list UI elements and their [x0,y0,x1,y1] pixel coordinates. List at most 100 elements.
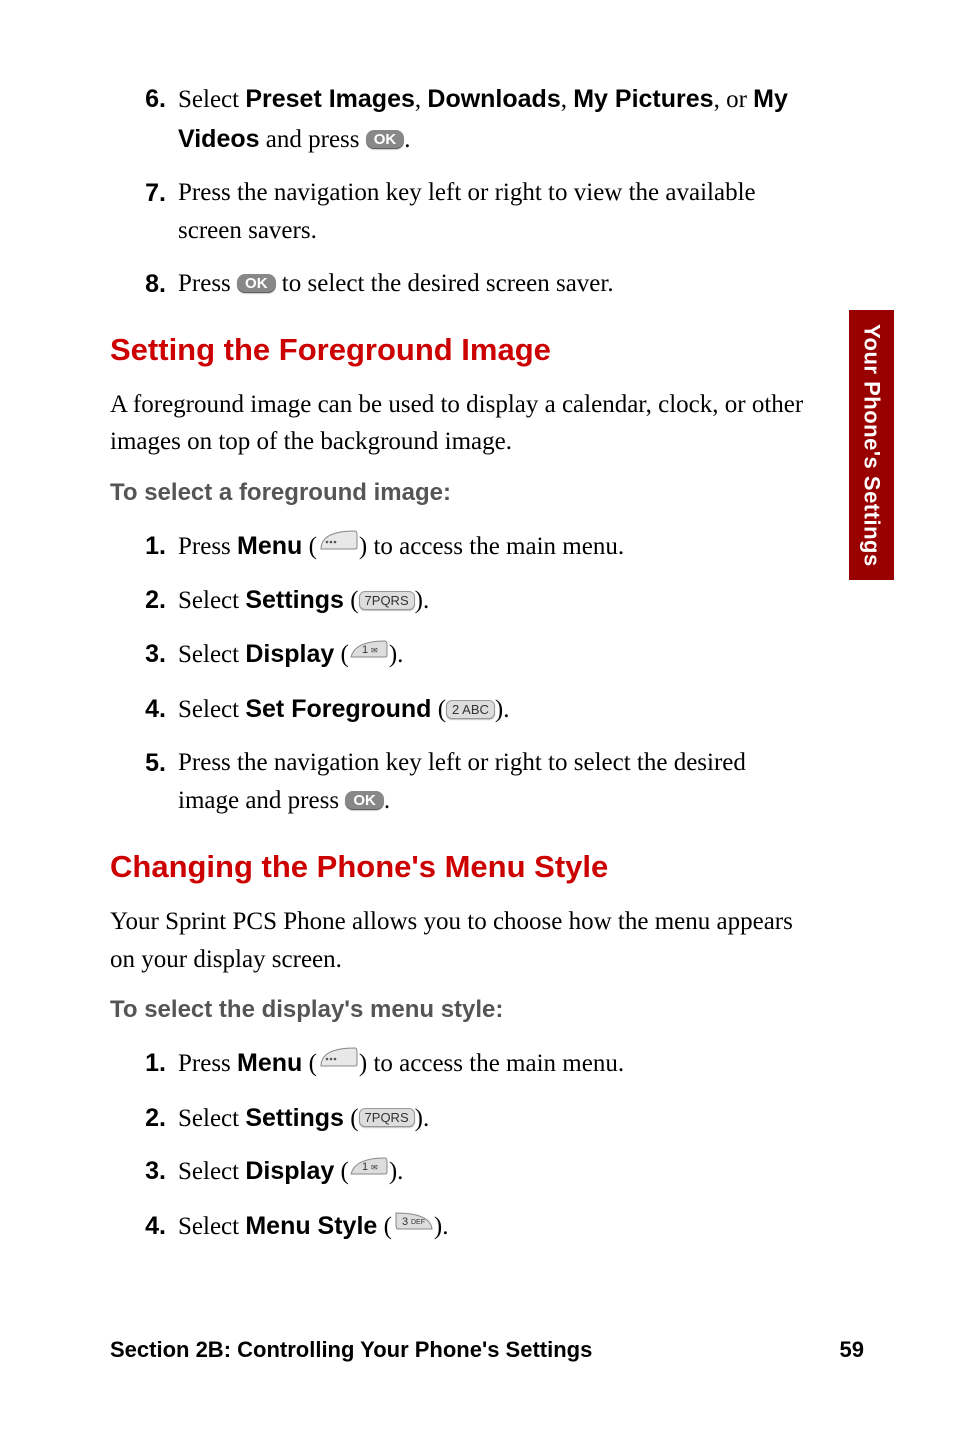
fg-step-3: 3. Select Display (1✉). [138,635,810,676]
step-number: 1. [138,1044,178,1085]
step-6: 6. Select Preset Images, Downloads, My P… [138,80,810,160]
text: ). [389,641,404,668]
text: ). [415,587,430,614]
text: ). [434,1213,449,1240]
ok-key-icon: OK [345,791,384,810]
step-number: 6. [138,80,178,160]
ms-step-4: 4. Select Menu Style (3DEF). [138,1207,810,1248]
text: ). [389,1158,404,1185]
text: Select [178,587,245,614]
step-7: 7. Press the navigation key left or righ… [138,174,810,252]
subheading: To select the display's menu style: [110,996,810,1024]
text: . [404,126,410,153]
num-key-1-icon: 1✉ [349,635,389,674]
step-number: 3. [138,1152,178,1193]
page-number: 59 [840,1337,864,1363]
step-number: 1. [138,527,178,568]
text: ( [302,1050,317,1077]
bold: Preset Images [245,85,415,113]
bold: Display [245,640,334,668]
step-body: Select Settings (7PQRS). [178,1099,810,1139]
page: Your Phone's Settings 6. Select Preset I… [0,0,954,1431]
bold: Menu [237,532,302,560]
step-number: 2. [138,581,178,621]
fg-steps: 1. Press Menu () to access the main menu… [110,527,810,821]
text: Select [178,1213,245,1240]
ms-step-1: 1. Press Menu ( ) to access the main menu… [138,1044,810,1085]
svg-text:1: 1 [362,644,368,656]
text: Press [178,1050,237,1077]
text: Press [178,270,237,297]
text: ( [377,1213,392,1240]
content: 6. Select Preset Images, Downloads, My P… [110,80,810,1248]
bold: Display [245,1157,334,1185]
heading-foreground: Setting the Foreground Image [110,332,810,368]
step-number: 4. [138,690,178,730]
svg-text:DEF: DEF [411,1219,425,1226]
paragraph: Your Sprint PCS Phone allows you to choo… [110,903,810,978]
text: ( [344,587,359,614]
subheading: To select a foreground image: [110,479,810,507]
text: to select the desired screen saver. [276,270,614,297]
step-body: Press Menu ( ) to access the main menu. [178,1044,810,1085]
text: and press [260,126,366,153]
side-tab-label: Your Phone's Settings [859,324,885,567]
step-number: 5. [138,744,178,822]
text: Select [178,1158,245,1185]
step-body: Select Menu Style (3DEF). [178,1207,810,1248]
fg-step-4: 4. Select Set Foreground (2 ABC). [138,690,810,730]
svg-text:✉: ✉ [371,646,378,655]
bold: My Pictures [573,85,713,113]
paragraph: A foreground image can be used to displa… [110,386,810,461]
text: Select [178,696,245,723]
step-body: Select Settings (7PQRS). [178,581,810,621]
text: Select [178,1105,245,1132]
step-number: 2. [138,1099,178,1139]
text: ( [334,641,349,668]
bold: Menu [237,1049,302,1077]
svg-text:3: 3 [402,1216,408,1228]
text: Press [178,533,237,560]
footer-section: Section 2B: Controlling Your Phone's Set… [110,1337,592,1363]
text: , or [714,86,754,113]
bold: Downloads [427,85,560,113]
num-key-1-icon: 1✉ [349,1152,389,1191]
fg-step-5: 5. Press the navigation key left or righ… [138,744,810,822]
menu-key-icon [317,527,359,566]
svg-text:✉: ✉ [371,1163,378,1172]
ms-step-2: 2. Select Settings (7PQRS). [138,1099,810,1139]
step-body: Select Set Foreground (2 ABC). [178,690,810,730]
text: Select [178,86,245,113]
text: , [415,86,428,113]
text: Select [178,641,245,668]
text: ) to access the main menu. [359,1050,624,1077]
top-steps: 6. Select Preset Images, Downloads, My P… [110,80,810,304]
text: Press the navigation key left or right t… [178,749,746,815]
step-number: 3. [138,635,178,676]
text: ). [415,1105,430,1132]
step-body: Select Display (1✉). [178,635,810,676]
step-number: 8. [138,265,178,304]
text: ( [344,1105,359,1132]
heading-menu-style: Changing the Phone's Menu Style [110,849,810,885]
text: . [384,787,390,814]
bold: Set Foreground [245,695,431,723]
text: ( [334,1158,349,1185]
num-key-7-icon: 7PQRS [359,1108,415,1127]
bold: Settings [245,586,344,614]
ok-key-icon: OK [237,274,276,293]
step-body: Press Menu () to access the main menu. [178,527,810,568]
svg-text:1: 1 [362,1161,368,1173]
text: ( [302,533,317,560]
fg-step-1: 1. Press Menu () to access the main menu… [138,527,810,568]
footer: Section 2B: Controlling Your Phone's Set… [110,1337,864,1363]
fg-step-2: 2. Select Settings (7PQRS). [138,581,810,621]
ok-key-icon: OK [366,130,405,149]
text: , [561,86,574,113]
step-body: Select Preset Images, Downloads, My Pict… [178,80,810,160]
text: ). [495,696,510,723]
bold: Settings [245,1104,344,1132]
ms-steps: 1. Press Menu ( ) to access the main menu… [110,1044,810,1248]
text: ( [431,696,446,723]
step-number: 7. [138,174,178,252]
